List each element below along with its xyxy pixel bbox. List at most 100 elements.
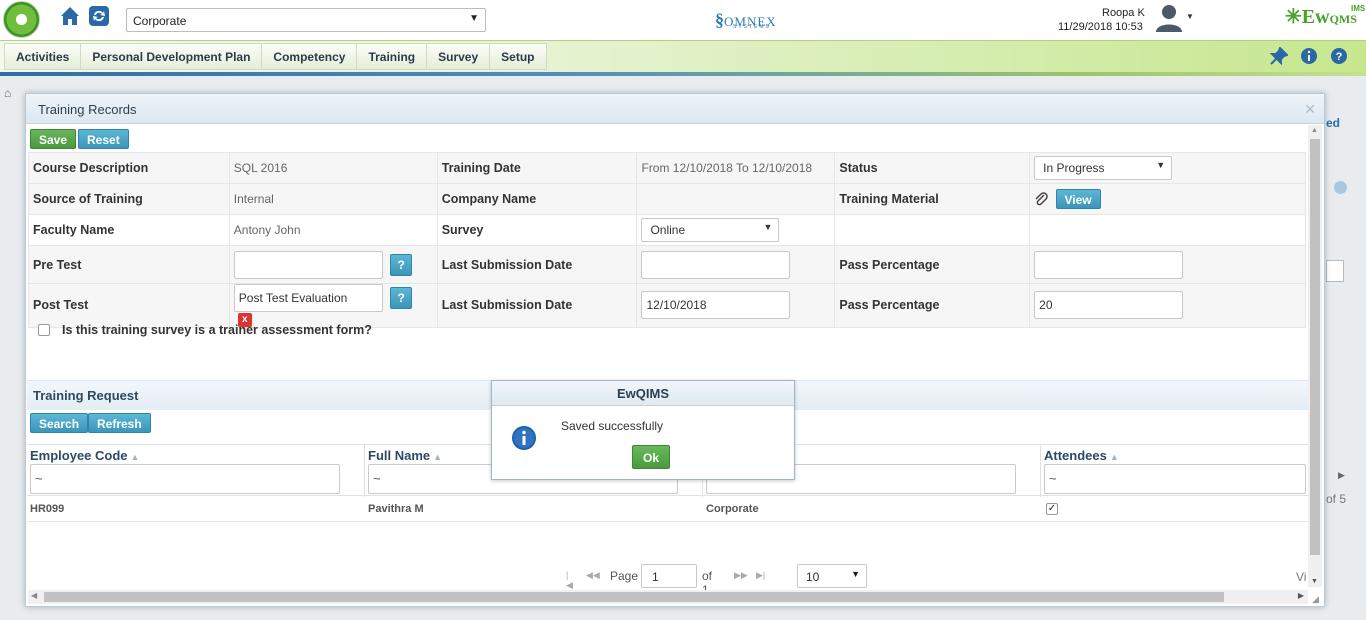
next-page-icon[interactable]: ▶▶ <box>734 570 748 581</box>
form-row: Faculty Name Antony John Survey Online ▼ <box>28 214 1306 246</box>
scroll-up-icon[interactable]: ▲ <box>1311 127 1318 134</box>
form-row: Source of Training Internal Company Name… <box>28 183 1306 215</box>
info-icon[interactable] <box>1300 47 1318 65</box>
nav-competency[interactable]: Competency <box>262 43 358 70</box>
first-page-icon[interactable]: |◀ <box>566 570 573 591</box>
user-name: Roopa K <box>1102 7 1145 19</box>
training-material-label: Training Material <box>834 183 1031 215</box>
last-page-icon[interactable]: ▶| <box>756 570 765 581</box>
column-header[interactable]: Attendees ▲ <box>1044 448 1119 463</box>
trainer-assessment-checkbox[interactable] <box>38 324 50 336</box>
course-description-value: SQL 2016 <box>228 152 438 184</box>
faculty-name-label: Faculty Name <box>28 214 230 246</box>
success-alert: EwQIMS Saved successfully Ok <box>491 380 795 480</box>
refresh-icon[interactable] <box>88 5 110 27</box>
search-button[interactable]: Search <box>30 413 89 433</box>
company-name-label: Company Name <box>436 183 638 215</box>
nav-survey[interactable]: Survey <box>427 43 491 70</box>
employee-code-filter[interactable]: ~ <box>30 464 340 494</box>
scrollbar-thumb[interactable] <box>1310 139 1320 555</box>
attendee-checkbox[interactable]: ✓ <box>1046 503 1058 515</box>
organization-select[interactable]: Corporate ▼ <box>126 8 486 32</box>
omnex-logo-mark: § <box>715 10 724 30</box>
help-icon[interactable]: ? <box>1330 47 1348 65</box>
training-material-cell: View <box>1029 183 1306 215</box>
horizontal-scrollbar[interactable]: ◀ ▶ <box>28 590 1308 604</box>
current-datetime: 11/29/2018 10:53 <box>1058 21 1143 33</box>
nav-training[interactable]: Training <box>357 43 428 70</box>
page-size-value: 10 <box>806 570 820 584</box>
page-input[interactable]: 1 <box>641 564 697 588</box>
close-icon[interactable]: ✕ <box>1304 101 1316 118</box>
sort-icon: ▲ <box>1109 452 1119 462</box>
survey-select[interactable]: Online ▼ <box>641 218 780 242</box>
background-dropdown <box>1326 260 1344 282</box>
status-select[interactable]: In Progress ▼ <box>1034 156 1173 180</box>
chevron-down-icon: ▼ <box>1156 160 1166 170</box>
background-partial-text: ed <box>1326 116 1341 130</box>
survey-label: Survey <box>436 214 638 246</box>
organization-cell: Corporate <box>706 503 759 515</box>
table-row[interactable]: HR099 Pavithra M Corporate ✓ <box>27 496 1308 522</box>
home-icon[interactable] <box>58 4 82 28</box>
status-select-value: In Progress <box>1043 161 1105 175</box>
post-test-help-button[interactable]: ? <box>390 287 413 309</box>
user-menu-caret-icon[interactable]: ▼ <box>1186 12 1194 21</box>
scrollbar-thumb[interactable] <box>44 592 1224 602</box>
pre-pass-percentage-input[interactable] <box>1034 250 1184 279</box>
status-label: Status <box>834 152 1031 184</box>
training-records-dialog: Training Records ✕ Save Reset Course Des… <box>25 93 1325 607</box>
attendees-filter[interactable]: ~ <box>1044 464 1306 494</box>
prev-page-icon[interactable]: ◀◀ <box>586 570 600 581</box>
training-date-label: Training Date <box>436 152 638 184</box>
post-last-submission-input[interactable]: 12/10/2018 <box>641 291 791 320</box>
main-nav: Activities Personal Development Plan Com… <box>0 40 1366 72</box>
organization-select-value: Corporate <box>133 14 187 28</box>
vertical-scrollbar[interactable]: ▲ ▼ <box>1308 125 1322 587</box>
pre-last-submission-input[interactable] <box>641 250 791 279</box>
trainer-assessment-label: Is this training survey is a trainer ass… <box>62 323 372 337</box>
training-date-value: From 12/10/2018 To 12/10/2018 <box>636 152 836 184</box>
scroll-left-icon[interactable]: ◀ <box>31 591 37 600</box>
breadcrumb-home-icon: ⌂ <box>4 86 12 100</box>
company-name-value <box>636 183 836 215</box>
column-employee-code: Employee Code ▲ ~ <box>27 445 365 497</box>
scroll-right-icon[interactable]: ▶ <box>1298 591 1304 600</box>
post-test-input[interactable]: Post Test Evaluation <box>233 284 383 312</box>
resize-grip-icon[interactable]: ◢ <box>1312 594 1322 604</box>
form-row: Pre Test ? Last Submission Date Pass Per… <box>28 245 1306 284</box>
pre-test-input[interactable] <box>233 250 383 279</box>
nav-activities[interactable]: Activities <box>4 43 82 70</box>
ok-button[interactable]: Ok <box>632 445 671 469</box>
scroll-down-icon[interactable]: ▼ <box>1311 578 1318 585</box>
pre-test-label: Pre Test <box>28 245 230 284</box>
save-button[interactable]: Save <box>30 129 77 149</box>
pre-test-help-button[interactable]: ? <box>390 253 413 276</box>
column-header[interactable]: Employee Code ▲ <box>30 448 139 463</box>
user-avatar-icon[interactable] <box>1154 2 1184 32</box>
refresh-button[interactable]: Refresh <box>88 413 151 433</box>
empty-cell <box>1029 214 1306 246</box>
nav-icon-group: ? <box>1269 46 1348 66</box>
app-logo-icon[interactable] <box>3 1 40 38</box>
training-details-table: Course Description SQL 2016 Training Dat… <box>28 152 1306 328</box>
chevron-down-icon: ▼ <box>851 569 860 579</box>
full-name-cell: Pavithra M <box>368 503 424 515</box>
page-size-select[interactable]: 10 ▼ <box>797 564 867 588</box>
background-collapse-icon <box>1334 181 1347 194</box>
reset-button[interactable]: Reset <box>78 129 129 149</box>
course-description-label: Course Description <box>28 152 230 184</box>
pre-pass-percentage-cell <box>1029 245 1306 284</box>
svg-text:?: ? <box>1336 51 1343 63</box>
pre-last-submission-cell <box>636 245 836 284</box>
column-header[interactable]: Full Name ▲ <box>368 448 442 463</box>
nav-personal-development-plan[interactable]: Personal Development Plan <box>81 43 263 70</box>
pin-icon[interactable] <box>1269 46 1289 66</box>
nav-menu: Activities Personal Development Plan Com… <box>4 43 547 70</box>
attachment-icon[interactable] <box>1034 191 1048 207</box>
nav-setup[interactable]: Setup <box>490 43 547 70</box>
survey-cell: Online ▼ <box>636 214 836 246</box>
post-pass-percentage-input[interactable]: 20 <box>1034 291 1184 320</box>
source-of-training-label: Source of Training <box>28 183 230 215</box>
view-material-button[interactable]: View <box>1055 189 1101 209</box>
